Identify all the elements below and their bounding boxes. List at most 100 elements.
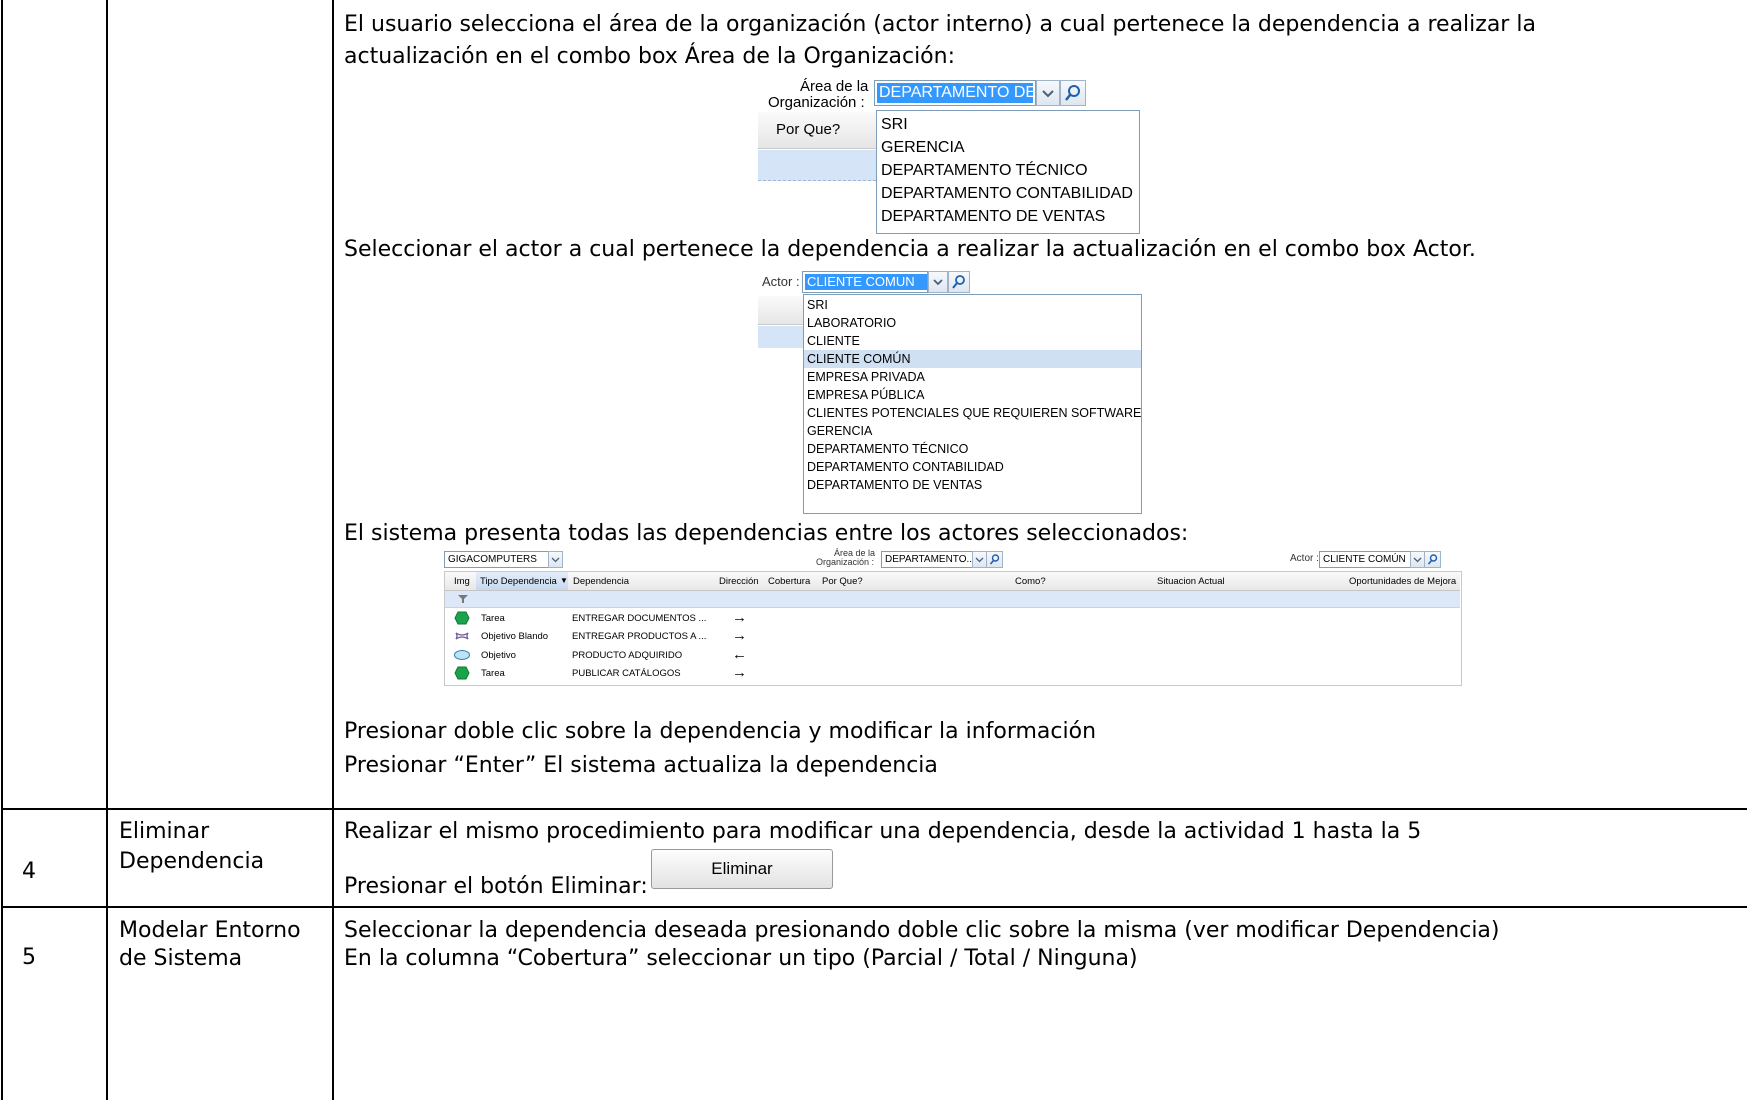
actor-option[interactable]: EMPRESA PRIVADA: [807, 368, 925, 386]
ellipse-blue-icon: [454, 650, 470, 660]
actor-option[interactable]: EMPRESA PÚBLICA: [807, 386, 924, 404]
actor-combo-dropdown-button[interactable]: [928, 271, 948, 293]
company-combo-dropdown-button[interactable]: [548, 551, 563, 568]
chevron-down-icon: [551, 557, 560, 563]
eliminar-button[interactable]: Eliminar: [651, 849, 833, 889]
grid-actor-search-button[interactable]: [1424, 551, 1441, 568]
search-icon: [952, 275, 965, 289]
grid-actor-dropdown-button[interactable]: [1410, 551, 1425, 568]
area-grid-selected-row: [758, 150, 876, 181]
actor-option-selected[interactable]: CLIENTE COMÚN: [807, 350, 910, 368]
actor-combo-label: Actor :: [762, 274, 800, 289]
grid-actor-combo-value: CLIENTE COMÚN: [1323, 554, 1406, 565]
actor-option[interactable]: CLIENTE: [807, 332, 860, 350]
actor-option[interactable]: DEPARTAMENTO DE VENTAS: [807, 476, 982, 494]
actor-option[interactable]: DEPARTAMENTO CONTABILIDAD: [807, 458, 1004, 476]
area-combo-dropdown-button[interactable]: [1036, 80, 1060, 106]
search-icon: [1427, 554, 1438, 565]
row-dependencia: PRODUCTO ADQUIRIDO: [572, 650, 683, 661]
grid-col-cobertura[interactable]: Cobertura: [768, 576, 810, 587]
grid-area-dropdown-button[interactable]: [972, 551, 987, 568]
sort-arrow-icon: ▼: [560, 576, 568, 585]
area-combo-label-line-1: Área de la: [800, 78, 869, 95]
row4-paragraph-2: Presionar el botón Eliminar:: [344, 874, 648, 899]
actor-grid-selected-row: [758, 326, 804, 348]
area-combo-label-line-2: Organización :: [768, 94, 865, 111]
row-dependencia: ENTREGAR DOCUMENTOS ...: [572, 613, 707, 624]
search-icon: [989, 554, 1000, 565]
actor-option[interactable]: DEPARTAMENTO TÉCNICO: [807, 440, 968, 458]
row-tipo: Tarea: [481, 613, 505, 624]
area-search-button[interactable]: [1060, 80, 1086, 106]
grid-col-como[interactable]: Como?: [1015, 576, 1046, 587]
row-direccion-arrow: →: [732, 664, 747, 681]
actor-option[interactable]: CLIENTES POTENCIALES QUE REQUIEREN SOFTW…: [807, 404, 1141, 422]
filter-icon[interactable]: [457, 593, 469, 605]
hexagon-green-icon: [454, 611, 470, 625]
row-direccion-arrow: ←: [732, 646, 747, 663]
grid-col-por-que[interactable]: Por Que?: [822, 576, 863, 587]
grid-col-tipo[interactable]: Tipo Dependencia: [480, 576, 557, 587]
row3-paragraph-1-line-1: El usuario selecciona el área de la orga…: [344, 12, 1536, 37]
grid-col-dependencia[interactable]: Dependencia: [573, 576, 629, 587]
row-tipo: Tarea: [481, 668, 505, 679]
actor-option[interactable]: SRI: [807, 296, 828, 314]
grid-col-oportunidades[interactable]: Oportunidades de Mejora: [1349, 576, 1456, 587]
row5-number: 5: [22, 945, 36, 970]
row5-paragraph-2: En la columna “Cobertura” seleccionar un…: [344, 946, 1138, 971]
company-combo-value: GIGACOMPUTERS: [448, 554, 537, 565]
row4-paragraph-1: Realizar el mismo procedimiento para mod…: [344, 819, 1422, 844]
row5-activity-line-2: de Sistema: [119, 946, 243, 971]
area-option[interactable]: GERENCIA: [881, 136, 965, 159]
chevron-down-icon: [933, 279, 943, 286]
chevron-down-icon: [1413, 557, 1422, 563]
grid-area-search-button[interactable]: [986, 551, 1003, 568]
row-direccion-arrow: →: [732, 627, 747, 644]
table-col-divider-1: [106, 0, 108, 1100]
chevron-down-icon: [975, 557, 984, 563]
area-combo-dropdown-list: SRI GERENCIA DEPARTAMENTO TÉCNICO DEPART…: [876, 110, 1140, 234]
grid-area-label-line-2: Organización :: [816, 557, 875, 567]
area-option[interactable]: DEPARTAMENTO TÉCNICO: [881, 159, 1088, 182]
grid-actor-label: Actor :: [1290, 553, 1319, 564]
actor-option[interactable]: GERENCIA: [807, 422, 872, 440]
actor-grid-header: [758, 296, 804, 325]
row-tipo: Objetivo: [481, 650, 516, 661]
actor-option[interactable]: LABORATORIO: [807, 314, 896, 332]
company-combo-box[interactable]: GIGACOMPUTERS: [444, 551, 550, 568]
row5-activity-line-1: Modelar Entorno: [119, 918, 301, 943]
row-dependencia: PUBLICAR CATÁLOGOS: [572, 668, 681, 679]
actor-combo-box[interactable]: CLIENTE COMUN: [802, 271, 928, 293]
grid-col-direccion[interactable]: Dirección: [719, 576, 759, 587]
row5-paragraph-1: Seleccionar la dependencia deseada presi…: [344, 918, 1500, 943]
grid-col-situacion[interactable]: Situacion Actual: [1157, 576, 1225, 587]
row-tipo: Objetivo Blando: [481, 631, 549, 642]
row4-number: 4: [22, 859, 36, 884]
area-option[interactable]: DEPARTAMENTO CONTABILIDAD: [881, 182, 1133, 205]
row3-paragraph-3: El sistema presenta todas las dependenci…: [344, 521, 1189, 546]
grid-filter-row: [445, 591, 1460, 608]
row3-paragraph-1-line-2: actualización en el combo box Área de la…: [344, 44, 955, 69]
grid-area-combo-value: DEPARTAMENTO...: [885, 554, 975, 565]
search-icon: [1065, 85, 1080, 101]
grid-area-combo-box[interactable]: DEPARTAMENTO...: [881, 551, 975, 568]
area-option[interactable]: DEPARTAMENTO DE VENTAS: [881, 205, 1105, 228]
area-combo-box[interactable]: DEPARTAMENTO DE: [874, 80, 1036, 106]
area-option[interactable]: SRI: [881, 113, 908, 136]
grid-col-img[interactable]: Img: [454, 576, 470, 587]
actor-combo-dropdown-list: SRI LABORATORIO CLIENTE CLIENTE COMÚN EM…: [803, 294, 1142, 514]
table-row-divider-4: [1, 808, 1747, 810]
row4-activity-line-2: Dependencia: [119, 849, 265, 874]
row3-paragraph-2: Seleccionar el actor a cual pertenece la…: [344, 237, 1476, 262]
area-grid-column-header: Por Que?: [776, 121, 841, 138]
area-combo-value: DEPARTAMENTO DE: [877, 83, 1033, 103]
chevron-down-icon: [1042, 90, 1054, 98]
actor-combo-value: CLIENTE COMUN: [805, 274, 927, 290]
row3-paragraph-5: Presionar “Enter” El sistema actualiza l…: [344, 753, 938, 778]
cloud-purple-icon: [455, 632, 469, 640]
hexagon-green-icon: [454, 666, 470, 680]
actor-search-button[interactable]: [948, 271, 970, 293]
grid-actor-combo-box[interactable]: CLIENTE COMÚN: [1319, 551, 1411, 568]
table-col-divider-2: [332, 0, 334, 1100]
row4-activity-line-1: Eliminar: [119, 819, 210, 844]
